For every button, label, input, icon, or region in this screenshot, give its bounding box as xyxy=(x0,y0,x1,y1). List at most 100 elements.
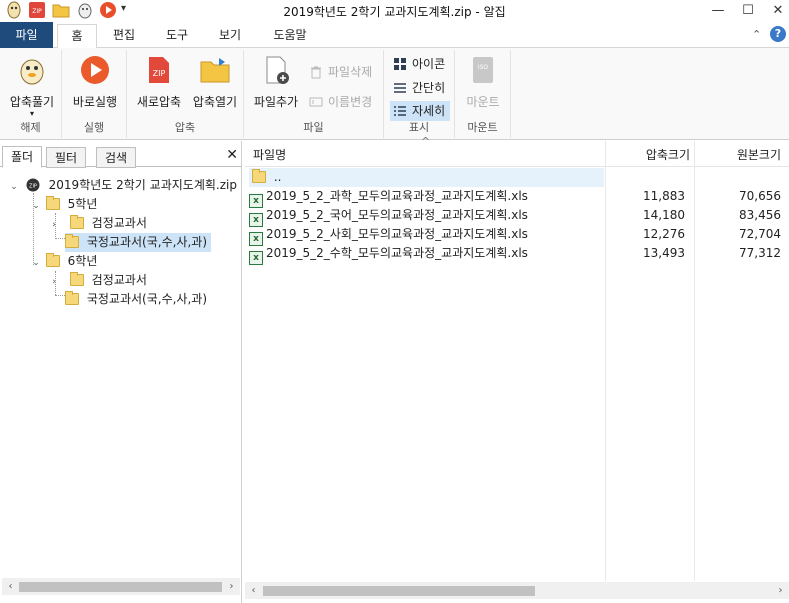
tab-filter[interactable]: 필터 xyxy=(46,147,87,168)
rename-button[interactable]: 이름변경 xyxy=(306,92,372,112)
extract-label: 압축풀기 xyxy=(9,95,55,109)
tree-item-label: 2019학년도 2학기 교과지도계획.zip xyxy=(48,178,237,192)
zip-archive-icon: ZIP xyxy=(26,178,40,192)
scroll-left-icon[interactable]: ‹ xyxy=(2,578,19,595)
tree-item-grade5-national[interactable]: 국정교과서(국,수,사,과) xyxy=(65,233,211,252)
tree-item-grade5-certified[interactable]: › 검정교과서 xyxy=(48,214,147,233)
group-compress-label: 압축 xyxy=(174,121,196,134)
new-compress-button[interactable]: ZIP 새로압축 xyxy=(133,54,185,110)
compressed-size: 12,276 xyxy=(643,227,685,241)
tree-item-label: 5학년 xyxy=(67,197,98,211)
file-list-horizontal-scrollbar[interactable]: ‹ › xyxy=(245,582,789,599)
compressed-size: 13,493 xyxy=(643,246,685,260)
group-display: 아이콘 간단히 자세히 표시 xyxy=(384,50,455,138)
ribbon-tabs: 파일 홈 편집 도구 보기 도움말 ⌃ ? xyxy=(0,22,789,49)
file-name: 2019_5_2_사회_모두의교육과정_교과지도계획.xls xyxy=(266,227,528,241)
tab-home[interactable]: 홈 xyxy=(57,24,97,49)
close-button[interactable]: ✕ xyxy=(763,0,789,22)
table-row[interactable]: x 2019_5_2_국어_모두의교육과정_교과지도계획.xls 14,180 8… xyxy=(249,206,785,227)
folder-icon xyxy=(45,253,60,267)
column-compressed-size[interactable]: 압축크기 xyxy=(642,141,690,167)
open-archive-button[interactable]: 압축열기 xyxy=(187,54,243,110)
extract-button[interactable]: 압축풀기 ▾ xyxy=(4,54,60,118)
scroll-left-icon[interactable]: ‹ xyxy=(245,582,262,599)
run-button[interactable]: 바로실행 xyxy=(68,54,122,110)
add-file-button[interactable]: 파일추가 xyxy=(250,54,302,110)
help-icon[interactable]: ? xyxy=(770,26,786,42)
collapse-icon[interactable]: ⌄ xyxy=(8,178,20,197)
view-icons-button[interactable]: 아이콘 xyxy=(390,54,450,74)
ribbon-collapse-icon[interactable]: ⌃ xyxy=(752,28,761,41)
tab-tools[interactable]: 도구 xyxy=(157,24,197,48)
file-name: .. xyxy=(273,170,282,184)
minimize-button[interactable]: — xyxy=(703,0,733,22)
delete-file-button[interactable]: 파일삭제 xyxy=(306,62,372,82)
tree-item-label: 국정교과서(국,수,사,과) xyxy=(86,292,207,306)
group-mount-label: 마운트 xyxy=(467,121,498,134)
folder-icon xyxy=(45,196,60,210)
play-icon xyxy=(81,56,109,84)
tree-item-label: 국정교과서(국,수,사,과) xyxy=(86,235,207,249)
tree-item-grade6-certified[interactable]: › 검정교과서 xyxy=(48,271,147,290)
tab-folder[interactable]: 폴더 xyxy=(2,146,43,168)
table-row[interactable]: x 2019_5_2_과학_모두의교육과정_교과지도계획.xls 11,883 7… xyxy=(249,187,785,208)
file-name: 2019_5_2_국어_모두의교육과정_교과지도계획.xls xyxy=(266,208,528,222)
tree-item-label: 검정교과서 xyxy=(91,216,147,230)
view-details-label: 자세히 xyxy=(412,104,446,118)
list-item-parent[interactable]: .. xyxy=(249,168,604,187)
group-extract: 압축풀기 ▾ 해제 xyxy=(0,50,62,138)
scrollbar-thumb[interactable] xyxy=(263,586,535,596)
close-panel-icon[interactable]: ✕ xyxy=(226,147,238,163)
tab-help[interactable]: 도움말 xyxy=(265,24,315,48)
compressed-size: 14,180 xyxy=(643,208,685,222)
expand-icon[interactable]: › xyxy=(48,273,60,292)
delete-file-label: 파일삭제 xyxy=(328,65,373,79)
tree-item-label: 검정교과서 xyxy=(91,273,147,287)
collapse-icon[interactable]: ⌄ xyxy=(30,254,42,273)
file-list-header: 파일명 ^ 압축크기 원본크기 xyxy=(245,135,789,167)
tree-item-grade5[interactable]: ⌄ 5학년 xyxy=(30,195,97,214)
group-compress: ZIP 새로압축 압축열기 압축 xyxy=(127,50,244,138)
tree-item-grade6-national[interactable]: 국정교과서(국,수,사,과) xyxy=(65,290,207,309)
folder-icon xyxy=(69,215,84,229)
add-file-label: 파일추가 xyxy=(253,95,299,109)
ribbon: 압축풀기 ▾ 해제 바로실행 실행 ZIP 새로압축 압축열기 압축 파일추가 … xyxy=(0,48,789,140)
tree-item-grade6[interactable]: ⌄ 6학년 xyxy=(30,252,97,271)
tab-search[interactable]: 검색 xyxy=(96,147,137,168)
tree-item-zip[interactable]: ⌄ ZIP 2019학년도 2학기 교과지도계획.zip xyxy=(8,176,237,195)
window-title: 2019학년도 2학기 교과지도계획.zip - 알집 xyxy=(283,5,506,19)
collapse-icon[interactable]: ⌄ xyxy=(30,197,42,216)
folder-open-icon xyxy=(200,58,230,83)
folder-horizontal-scrollbar[interactable]: ‹ › xyxy=(2,578,240,595)
scrollbar-thumb[interactable] xyxy=(19,582,222,592)
tab-view[interactable]: 보기 xyxy=(210,24,250,48)
tab-edit[interactable]: 편집 xyxy=(104,24,144,48)
rename-icon xyxy=(309,97,323,107)
view-list-button[interactable]: 간단히 xyxy=(390,78,450,98)
scroll-right-icon[interactable]: › xyxy=(223,578,240,595)
folder-icon xyxy=(65,291,79,305)
column-original-size[interactable]: 원본크기 xyxy=(725,141,781,167)
folder-icon xyxy=(252,169,266,183)
mount-button[interactable]: ISO 마운트 xyxy=(457,54,509,110)
file-name: 2019_5_2_과학_모두의교육과정_교과지도계획.xls xyxy=(266,189,528,203)
mascot-icon xyxy=(20,59,44,85)
extract-dropdown-icon[interactable]: ▾ xyxy=(4,110,60,118)
view-details-button[interactable]: 자세히 xyxy=(390,101,450,121)
group-extract-label: 해제 xyxy=(20,121,41,134)
original-size: 70,656 xyxy=(739,189,781,203)
maximize-button[interactable]: ☐ xyxy=(733,0,763,22)
rename-label: 이름변경 xyxy=(328,95,373,109)
group-run-label: 실행 xyxy=(83,121,105,134)
tree-item-label: 6학년 xyxy=(67,254,98,268)
scroll-right-icon[interactable]: › xyxy=(772,582,789,599)
expand-icon[interactable]: › xyxy=(48,216,60,235)
folder-panel: 폴더 필터 검색 ✕ ⌄ ZIP 2019학년도 2학기 교과지도계획.zip … xyxy=(0,141,242,603)
table-row[interactable]: x 2019_5_2_수학_모두의교육과정_교과지도계획.xls 13,493 7… xyxy=(249,244,785,265)
tab-file[interactable]: 파일 xyxy=(0,22,53,48)
group-display-label: 표시 xyxy=(408,121,430,134)
sort-ascending-icon: ^ xyxy=(421,135,431,148)
table-row[interactable]: x 2019_5_2_사회_모두의교육과정_교과지도계획.xls 12,276 7… xyxy=(249,225,785,246)
view-list-label: 간단히 xyxy=(412,81,446,95)
open-archive-label: 압축열기 xyxy=(192,95,238,109)
